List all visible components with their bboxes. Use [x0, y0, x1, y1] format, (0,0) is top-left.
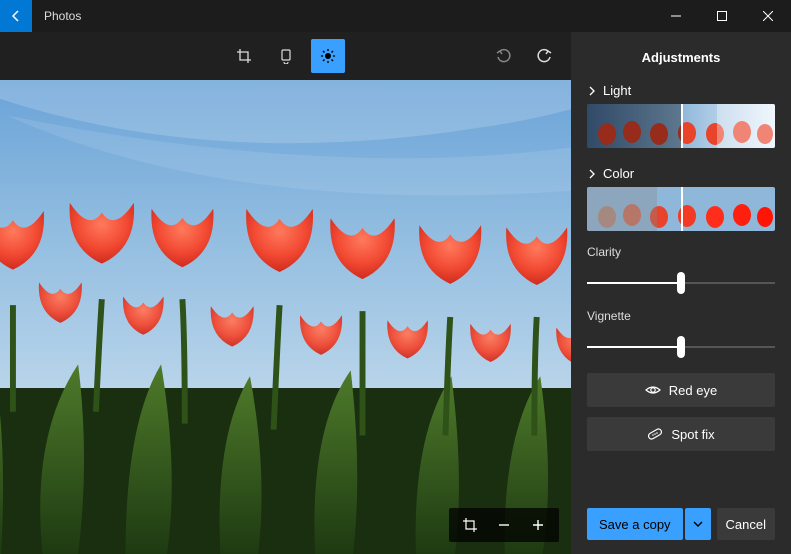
clarity-slider[interactable]: [587, 271, 775, 295]
eye-icon: [645, 382, 661, 398]
undo-button[interactable]: [495, 47, 513, 65]
titlebar: Photos: [0, 0, 791, 32]
chevron-down-icon: [693, 519, 703, 529]
bandage-icon: [647, 426, 663, 442]
spot-fix-button[interactable]: Spot fix: [587, 417, 775, 451]
chevron-right-icon: [587, 169, 597, 179]
color-label: Color: [603, 166, 634, 181]
color-preview-slider[interactable]: [587, 187, 775, 231]
redo-button[interactable]: [535, 47, 553, 65]
panel-footer: Save a copy Cancel: [571, 498, 791, 554]
chevron-right-icon: [587, 86, 597, 96]
cancel-label: Cancel: [726, 517, 766, 532]
zoom-in-button[interactable]: [521, 508, 555, 542]
panel-title: Adjustments: [571, 32, 791, 79]
undo-icon: [495, 47, 513, 65]
color-section-header[interactable]: Color: [587, 162, 775, 187]
maximize-button[interactable]: [699, 0, 745, 32]
close-icon: [763, 11, 773, 21]
save-copy-label: Save a copy: [599, 517, 671, 532]
vignette-slider-thumb[interactable]: [677, 336, 685, 358]
crop-icon: [236, 48, 252, 64]
close-button[interactable]: [745, 0, 791, 32]
arrow-left-icon: [8, 8, 24, 24]
light-slider-thumb[interactable]: [681, 104, 683, 148]
color-slider-thumb[interactable]: [681, 187, 683, 231]
minimize-button[interactable]: [653, 0, 699, 32]
adjustments-panel: Adjustments Light Color: [571, 32, 791, 554]
zoom-control: [449, 508, 559, 542]
minus-icon: [498, 519, 510, 531]
editor-area: [0, 32, 571, 554]
brightness-icon: [320, 48, 336, 64]
clarity-label: Clarity: [587, 245, 775, 259]
light-label: Light: [603, 83, 631, 98]
editor-toolbar: [0, 32, 571, 80]
photo-canvas[interactable]: [0, 80, 571, 554]
red-eye-label: Red eye: [669, 383, 717, 398]
zoom-out-button[interactable]: [487, 508, 521, 542]
zoom-fit-button[interactable]: [453, 508, 487, 542]
save-options-button[interactable]: [685, 508, 711, 540]
red-eye-button[interactable]: Red eye: [587, 373, 775, 407]
crop-tool-button[interactable]: [227, 39, 261, 73]
app-title: Photos: [32, 0, 93, 32]
vignette-label: Vignette: [587, 309, 775, 323]
vignette-slider[interactable]: [587, 335, 775, 359]
plus-icon: [532, 519, 544, 531]
back-button[interactable]: [0, 0, 32, 32]
spot-fix-label: Spot fix: [671, 427, 714, 442]
minimize-icon: [671, 11, 681, 21]
photo-image: [0, 80, 571, 554]
filters-icon: [278, 48, 294, 64]
fit-icon: [462, 517, 478, 533]
filters-tool-button[interactable]: [269, 39, 303, 73]
clarity-slider-thumb[interactable]: [677, 272, 685, 294]
maximize-icon: [717, 11, 727, 21]
adjustments-tool-button[interactable]: [311, 39, 345, 73]
light-preview-slider[interactable]: [587, 104, 775, 148]
light-section-header[interactable]: Light: [587, 79, 775, 104]
cancel-button[interactable]: Cancel: [717, 508, 775, 540]
redo-icon: [535, 47, 553, 65]
save-copy-button[interactable]: Save a copy: [587, 508, 683, 540]
